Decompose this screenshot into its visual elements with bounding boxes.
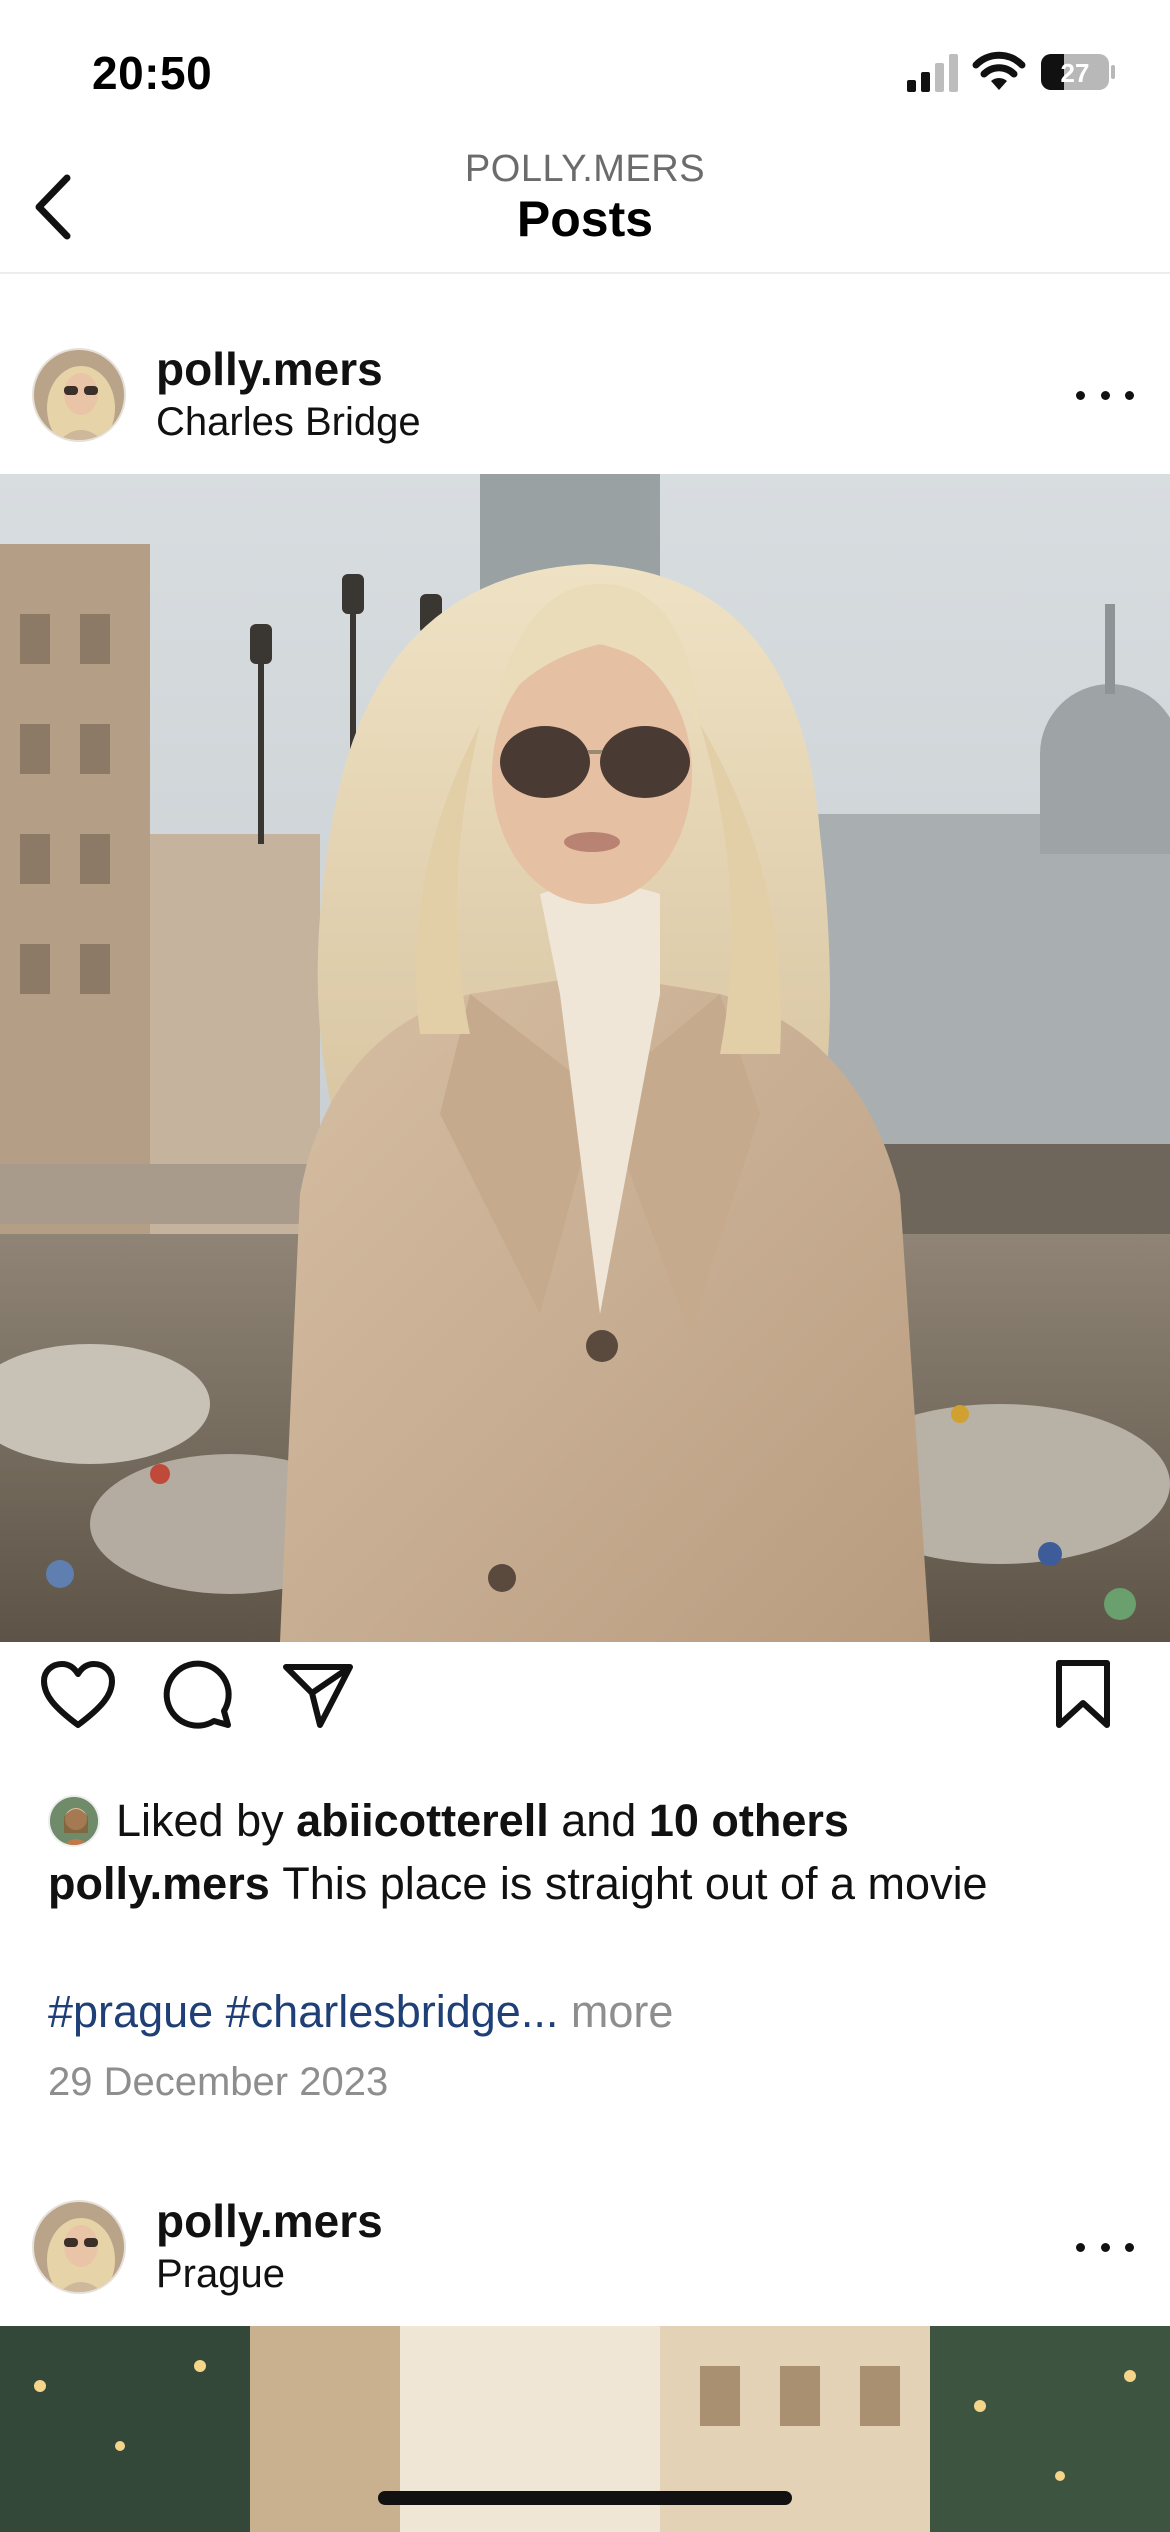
comment-button[interactable]	[153, 1650, 243, 1740]
dot-icon	[1100, 390, 1110, 400]
share-button[interactable]	[273, 1650, 363, 1740]
post-actions	[0, 1642, 1170, 1752]
post-location[interactable]: Prague	[156, 2252, 285, 2297]
post-username[interactable]: polly.mers	[156, 2194, 383, 2248]
dot-icon	[1125, 2242, 1134, 2252]
heart-icon	[41, 1661, 115, 1728]
dot-icon	[1076, 390, 1085, 400]
more-options-button[interactable]	[1070, 370, 1140, 420]
likes-summary[interactable]: Liked by abiicotterell and 10 others	[48, 1792, 849, 1850]
dot-icon	[1125, 390, 1134, 400]
avatar[interactable]	[32, 2200, 126, 2294]
like-button[interactable]	[33, 1650, 123, 1740]
post-date: 29 December 2023	[48, 2060, 389, 2104]
post-location[interactable]: Charles Bridge	[156, 400, 421, 445]
more-options-button[interactable]	[1070, 2222, 1140, 2272]
home-indicator	[378, 2491, 792, 2505]
caption: polly.mers This place is straight out of…	[48, 1858, 988, 1910]
caption-ellipsis: ...	[520, 1986, 559, 2037]
liker-username[interactable]: abiicotterell	[296, 1795, 549, 1847]
save-button[interactable]	[1038, 1650, 1128, 1740]
signal-icon	[907, 54, 958, 92]
profile-name-heading: POLLY.MERS	[464, 148, 706, 190]
hashtag-links[interactable]: #prague #charlesbridge	[48, 1986, 521, 2037]
likes-prefix: Liked by	[116, 1795, 284, 1846]
status-bar: 20:50 27	[0, 0, 1170, 140]
post-header: polly.mers Charles Bridge	[0, 276, 1170, 476]
caption-text: This place is straight out of a movie	[282, 1858, 988, 1909]
battery-icon: 27	[1041, 54, 1115, 90]
likes-connector: and	[561, 1795, 637, 1846]
instagram-post-screen: 20:50 27 POLLY.MERS Posts polly.mers Cha…	[0, 0, 1170, 2532]
battery-level: 27	[1061, 58, 1090, 88]
chevron-left-icon	[35, 174, 71, 240]
share-icon	[283, 1664, 353, 1728]
caption-username[interactable]: polly.mers	[48, 1858, 270, 1909]
back-button[interactable]	[18, 164, 88, 250]
comment-icon	[163, 1660, 232, 1729]
post-header: polly.mers Prague	[0, 2128, 1170, 2328]
nav-header: POLLY.MERS Posts	[0, 140, 1170, 274]
wifi-icon	[972, 51, 1026, 90]
avatar[interactable]	[32, 348, 126, 442]
caption-hashtags: #prague #charlesbridge... more	[48, 1986, 673, 2038]
post-image[interactable]	[0, 474, 1170, 1642]
liker-avatar	[48, 1795, 100, 1847]
more-link[interactable]: more	[571, 1986, 674, 2037]
likes-others[interactable]: 10 others	[649, 1795, 849, 1847]
dot-icon	[1076, 2242, 1085, 2252]
bookmark-icon	[1056, 1660, 1110, 1728]
status-time: 20:50	[92, 47, 213, 99]
dot-icon	[1100, 2242, 1110, 2252]
page-title: Posts	[516, 191, 654, 247]
post-username[interactable]: polly.mers	[156, 342, 383, 396]
